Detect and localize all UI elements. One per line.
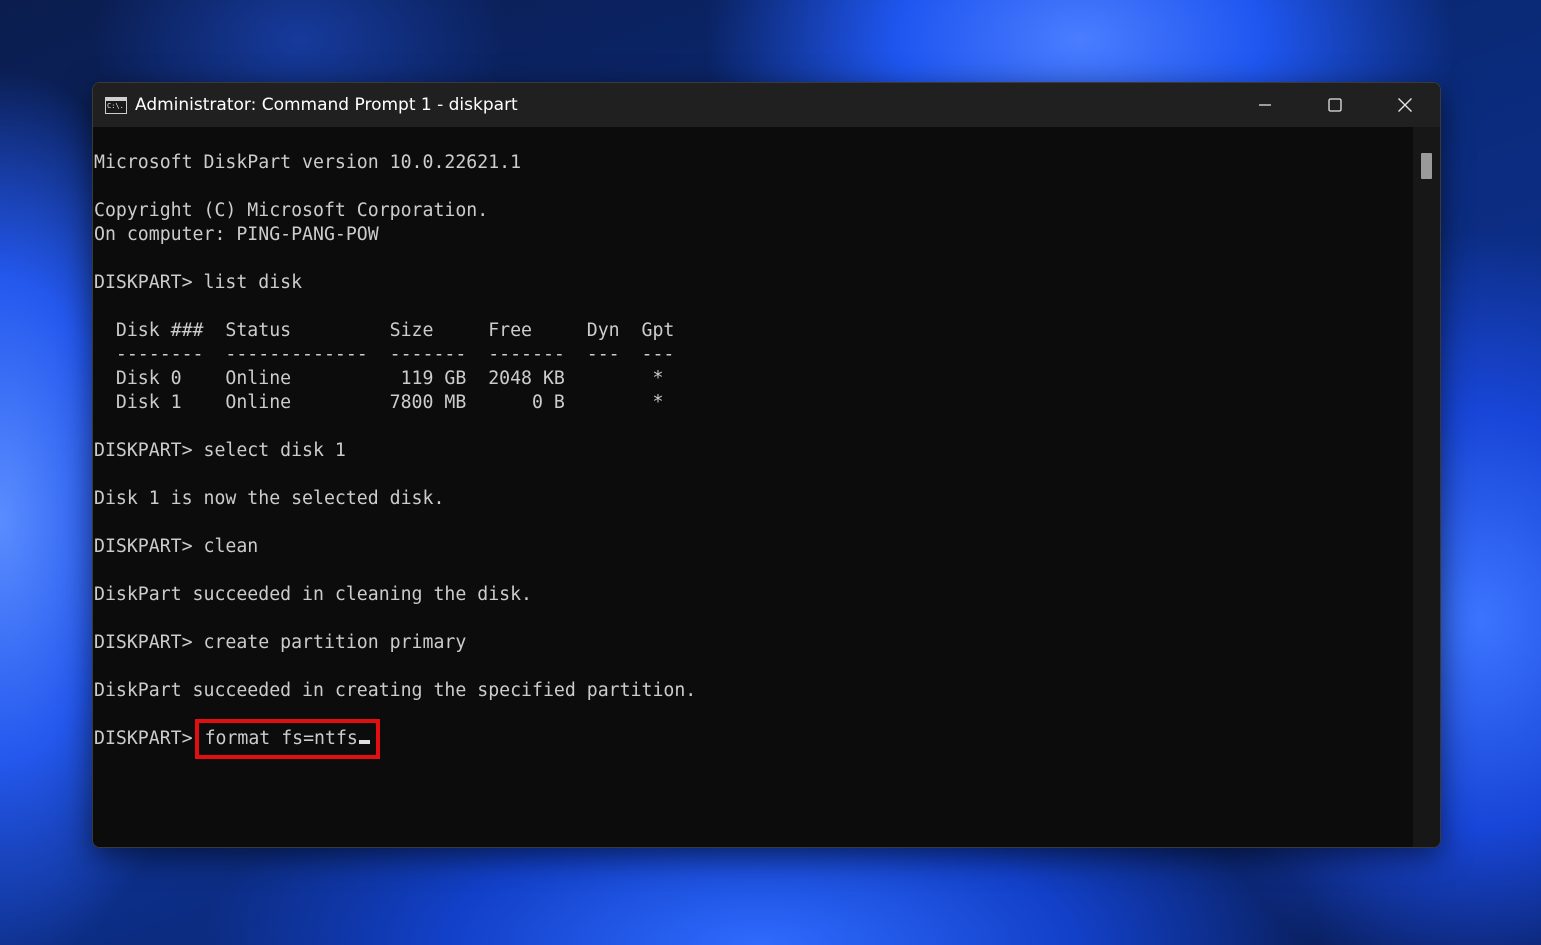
console-line: -------- ------------- ------- ------- -… (94, 344, 675, 365)
console-output-area[interactable]: Microsoft DiskPart version 10.0.22621.1 … (93, 127, 1413, 847)
scrollbar-thumb[interactable] (1421, 153, 1432, 179)
text-cursor (358, 740, 370, 744)
console-line: DISKPART> create partition primary (94, 632, 467, 653)
window-controls (1230, 83, 1440, 127)
app-icon-glyph: C:\. (107, 102, 124, 110)
console-line: DISKPART> list disk (94, 272, 303, 293)
minimize-button[interactable] (1230, 83, 1300, 127)
console-line: DiskPart succeeded in creating the speci… (94, 680, 697, 701)
console-line: Microsoft DiskPart version 10.0.22621.1 (94, 152, 522, 173)
window-title: Administrator: Command Prompt 1 - diskpa… (135, 95, 518, 115)
minimize-icon (1259, 104, 1271, 106)
console-line: Disk 0 Online 119 GB 2048 KB * (94, 368, 664, 389)
command-input[interactable]: format fs=ntfs (205, 728, 358, 749)
console-line: Copyright (C) Microsoft Corporation. (94, 200, 489, 221)
console-line: Disk 1 Online 7800 MB 0 B * (94, 392, 664, 413)
close-button[interactable] (1370, 83, 1440, 127)
command-input-highlight[interactable]: format fs=ntfs (194, 719, 380, 759)
console-line: DiskPart succeeded in cleaning the disk. (94, 584, 532, 605)
console-lines: Microsoft DiskPart version 10.0.22621.1 … (94, 151, 697, 759)
console-line: DISKPART> clean (94, 536, 259, 557)
close-icon (1398, 98, 1412, 112)
console-line: Disk 1 is now the selected disk. (94, 488, 445, 509)
console-line: Disk ### Status Size Free Dyn Gpt (94, 320, 675, 341)
console-line: On computer: PING-PANG-POW (94, 224, 379, 245)
title-bar[interactable]: C:\. Administrator: Command Prompt 1 - d… (93, 83, 1440, 127)
command-prompt-icon[interactable]: C:\. (105, 96, 127, 114)
vertical-scrollbar[interactable] (1413, 127, 1440, 847)
maximize-icon (1328, 98, 1342, 112)
current-prompt-line[interactable]: DISKPART> format fs=ntfs (94, 719, 696, 759)
command-prompt-window[interactable]: C:\. Administrator: Command Prompt 1 - d… (92, 82, 1441, 848)
console-line: DISKPART> select disk 1 (94, 440, 346, 461)
prompt-label: DISKPART> (94, 728, 193, 749)
maximize-button[interactable] (1300, 83, 1370, 127)
